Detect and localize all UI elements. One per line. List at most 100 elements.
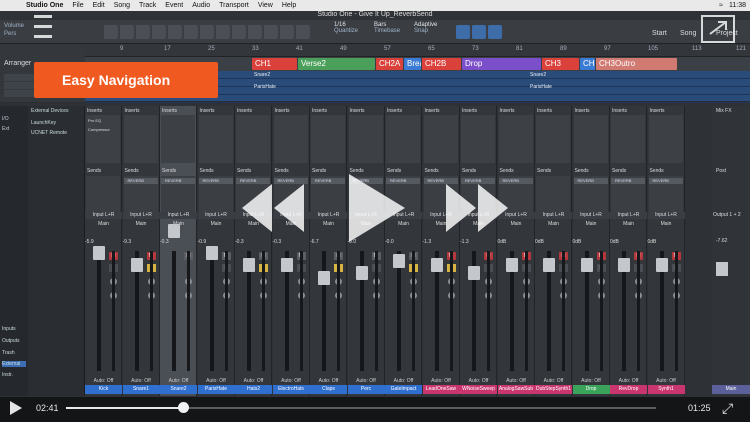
menu-help[interactable]: Help — [282, 2, 296, 9]
channel-strip[interactable]: InsertsSendsREVERBInput L+RMain-6.0MSAut… — [347, 106, 385, 396]
inserts-slot[interactable] — [198, 115, 233, 163]
main-fader-cap[interactable] — [716, 262, 728, 276]
sidebar-item-instruments[interactable]: Instr. — [2, 372, 26, 378]
inserts-slot[interactable] — [536, 115, 570, 163]
automation-mode[interactable]: Auto: Off — [273, 378, 310, 384]
automation-mode[interactable]: Auto: Off — [573, 378, 610, 384]
channel-strip[interactable]: InsertsSendsREVERBInput L+RMain-1.3MSAut… — [460, 106, 497, 396]
fader-cap[interactable] — [655, 258, 668, 272]
snap-events-button[interactable] — [488, 25, 502, 39]
fader-track[interactable] — [322, 251, 326, 371]
snap-toggle-button[interactable] — [456, 25, 470, 39]
arranger-section[interactable]: CH2A — [376, 58, 403, 70]
arrow-tool-button[interactable] — [104, 25, 118, 39]
output-select[interactable]: Main — [648, 221, 685, 228]
inserts-slot[interactable] — [498, 115, 533, 163]
output-select[interactable]: Main — [573, 221, 610, 228]
automation-mode[interactable]: Auto: Off — [648, 378, 685, 384]
channel-strip[interactable]: InsertsSendsREVERBInput L+RMain-0.9MSAut… — [197, 106, 235, 396]
inserts-slot[interactable] — [236, 115, 270, 163]
fader-cap[interactable] — [393, 254, 405, 268]
mute-tool-button[interactable] — [184, 25, 198, 39]
inserts-slot[interactable] — [648, 115, 683, 163]
arranger-section[interactable]: Drop — [462, 58, 541, 70]
input-select[interactable]: Input L+R — [85, 212, 122, 219]
device-ucnet-remote[interactable]: UCNET Remote — [31, 130, 67, 136]
reverb-send[interactable]: REVERB — [123, 178, 158, 184]
sidebar-item-outputs[interactable]: Outputs — [2, 338, 26, 344]
channel-name[interactable]: WNoiseSweep — [460, 385, 497, 394]
output-select[interactable]: Main — [310, 221, 347, 228]
fader-cap[interactable] — [280, 258, 293, 272]
inserts-slot[interactable] — [423, 115, 458, 163]
bend-tool-button[interactable] — [200, 25, 214, 39]
channel-strip[interactable]: InsertsSendsREVERBInput L+RMain-1.3MSAut… — [422, 106, 460, 396]
sends-slot[interactable] — [536, 176, 570, 212]
inserts-slot[interactable] — [273, 115, 308, 163]
progress-scrubber[interactable] — [178, 402, 189, 413]
automation-mode[interactable]: Auto: Off — [123, 378, 160, 384]
insert-plugin[interactable]: Compressor — [88, 127, 110, 132]
inserts-slot[interactable] — [348, 115, 383, 163]
sidebar-item-external[interactable]: External — [2, 361, 26, 367]
paint-tool-button[interactable] — [168, 25, 182, 39]
input-select[interactable]: Input L+R — [122, 212, 160, 219]
main-channel-name[interactable]: Main — [712, 385, 750, 394]
fader-cap[interactable] — [618, 258, 630, 272]
channel-strip[interactable]: InsertsSendsREVERBInput L+RMain-0.3MSAut… — [160, 106, 197, 396]
output-select[interactable]: Main — [123, 221, 160, 228]
sends-slot[interactable] — [86, 176, 120, 212]
channel-name[interactable]: Kick — [85, 385, 122, 394]
inserts-slot[interactable] — [573, 115, 608, 163]
reverb-send[interactable]: REVERB — [198, 178, 233, 184]
fader-cap[interactable] — [505, 258, 518, 272]
arranger-section[interactable]: CH2B — [422, 58, 461, 70]
menu-app-name[interactable]: Studio One — [26, 2, 63, 9]
fader-cap[interactable] — [168, 224, 180, 238]
fader-cap[interactable] — [93, 246, 105, 260]
eraser-tool-button[interactable] — [152, 25, 166, 39]
automation-mode[interactable]: Auto: Off — [235, 378, 272, 384]
inserts-slot[interactable] — [123, 115, 158, 163]
reverb-send[interactable]: REVERB — [573, 178, 608, 184]
output-select[interactable]: Main — [85, 221, 122, 228]
input-select[interactable]: Input L+R — [572, 212, 610, 219]
channel-strip[interactable]: InsertsSendsInput L+RMain-5.9MSAuto: Off… — [85, 106, 122, 396]
inserts-slot[interactable] — [386, 115, 420, 163]
arranger-section[interactable]: CH3Outro — [596, 58, 677, 70]
arranger-section[interactable]: CH1 — [252, 58, 297, 70]
arranger-section[interactable]: CH3 — [542, 58, 579, 70]
fader-cap[interactable] — [243, 258, 255, 272]
input-select[interactable]: Input L+R — [647, 212, 685, 219]
channel-name[interactable]: Snare2 — [160, 385, 197, 394]
range-tool-button[interactable] — [120, 25, 134, 39]
automation-mode[interactable]: Auto: Off — [198, 378, 235, 384]
menu-song[interactable]: Song — [114, 2, 130, 9]
fullscreen-icon[interactable]: ⤢ — [722, 400, 738, 416]
sidebar-item-trash[interactable]: Trash — [2, 350, 26, 356]
fader-cap[interactable] — [318, 271, 330, 285]
insert-plugin[interactable]: Pro EQ — [88, 118, 101, 123]
fader-cap[interactable] — [130, 258, 143, 272]
menu-file[interactable]: File — [72, 2, 83, 9]
reverb-send[interactable]: REVERB — [611, 178, 645, 184]
arranger-section[interactable]: Brea — [404, 58, 421, 70]
channel-name[interactable]: Snare1 — [122, 385, 160, 394]
channel-name[interactable]: Synth1 — [647, 385, 685, 394]
automation-mode[interactable]: Auto: Off — [85, 378, 122, 384]
loop-follow-button[interactable] — [264, 25, 278, 39]
menu-view[interactable]: View — [258, 2, 273, 9]
play-button[interactable] — [10, 401, 22, 415]
automation-mode[interactable]: Auto: Off — [423, 378, 460, 384]
channel-strip[interactable]: InsertsSendsREVERBInput L+RMain0dBMSAuto… — [610, 106, 647, 396]
channel-strip[interactable]: InsertsSendsREVERBInput L+RMain-6.7MSAut… — [310, 106, 347, 396]
channel-name[interactable]: GateImpact — [385, 385, 422, 394]
channel-name[interactable]: Claps — [310, 385, 347, 394]
fader-track[interactable] — [172, 251, 176, 371]
snap-grid-button[interactable] — [472, 25, 486, 39]
fader-cap[interactable] — [543, 258, 555, 272]
reverb-send[interactable]: REVERB — [161, 178, 195, 184]
channel-name[interactable]: Perc — [347, 385, 385, 394]
automation-mode[interactable]: Auto: Off — [610, 378, 647, 384]
fader-cap[interactable] — [355, 266, 368, 280]
